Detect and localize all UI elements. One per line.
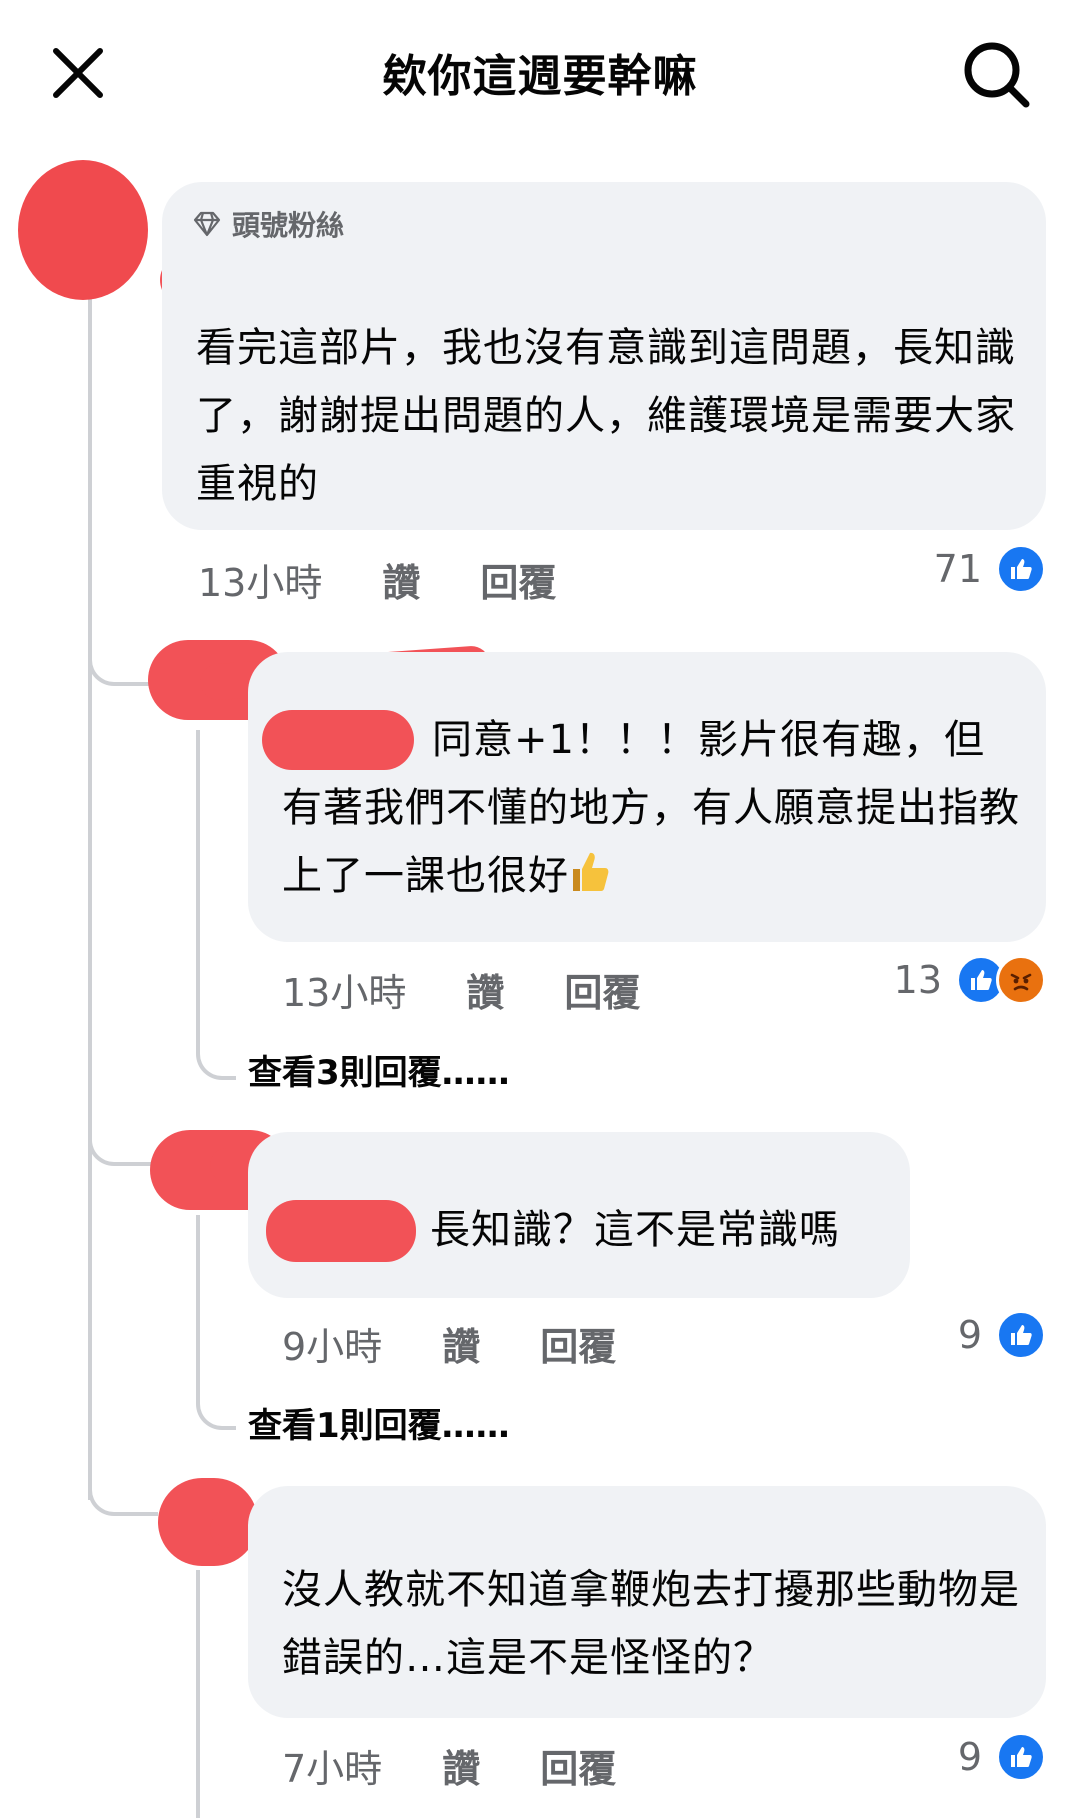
redacted-mention — [266, 1200, 416, 1262]
like-button[interactable]: 讚 — [442, 1738, 480, 1793]
comment-text: 同意+1！！！影片很有趣，但有著我們不懂的地方，有人願意提出指教上了一課也很好 — [282, 717, 1020, 899]
view-replies-link[interactable]: 查看3則回覆…… — [248, 1045, 510, 1094]
avatar[interactable] — [18, 160, 148, 300]
search-icon[interactable] — [960, 38, 1032, 110]
timestamp: 7小時 — [282, 1747, 383, 1791]
reaction-count: 71 — [933, 547, 982, 591]
view-replies-link[interactable]: 查看1則回覆…… — [248, 1398, 510, 1447]
comment-bubble[interactable]: 頭號粉絲 看完這部片，我也沒有意識到這問題，長知識了，謝謝提出問題的人，維護環境… — [162, 182, 1046, 530]
thread-connector — [88, 1120, 158, 1166]
thread-connector — [88, 1470, 158, 1516]
reaction-summary[interactable]: 71 — [934, 544, 1046, 594]
like-icon — [996, 1732, 1046, 1782]
thread-line-sub — [196, 730, 200, 1050]
reply-button[interactable]: 回覆 — [540, 1316, 616, 1371]
comment-meta: 13小時 讚 回覆 — [282, 962, 700, 1017]
top-bar: 欸你這週要幹嘛 — [0, 0, 1080, 150]
comment-meta: 7小時 讚 回覆 — [282, 1738, 676, 1793]
like-button[interactable]: 讚 — [466, 962, 504, 1017]
timestamp: 13小時 — [282, 971, 407, 1015]
reaction-summary[interactable]: 9 — [958, 1732, 1046, 1782]
like-button[interactable]: 讚 — [382, 552, 420, 607]
comment-text: 沒人教就不知道拿鞭炮去打擾那些動物是錯誤的…這是不是怪怪的？ — [282, 1567, 1020, 1681]
comment-meta: 9小時 讚 回覆 — [282, 1316, 676, 1371]
comment-meta: 13小時 讚 回覆 — [198, 552, 616, 607]
diamond-icon — [193, 211, 221, 237]
reaction-count: 13 — [893, 958, 942, 1002]
reply-button[interactable]: 回覆 — [480, 552, 556, 607]
reply-button[interactable]: 回覆 — [540, 1738, 616, 1793]
timestamp: 9小時 — [282, 1325, 383, 1369]
reaction-summary[interactable]: 9 — [958, 1310, 1046, 1360]
page-title: 欸你這週要幹嘛 — [382, 51, 698, 102]
thread-line-sub — [196, 1215, 200, 1395]
comment-bubble[interactable]: 長知識？這不是常識嗎 — [248, 1132, 910, 1298]
badge-label: 頭號粉絲 — [232, 209, 345, 242]
like-icon — [996, 1310, 1046, 1360]
like-icon — [996, 544, 1046, 594]
comment-text: 長知識？這不是常識嗎 — [430, 1207, 840, 1253]
reaction-count: 9 — [957, 1313, 982, 1357]
reaction-count: 9 — [957, 1735, 982, 1779]
thread-line-main — [88, 280, 92, 1500]
angry-icon — [996, 955, 1046, 1005]
timestamp: 13小時 — [198, 561, 323, 605]
reply-button[interactable]: 回覆 — [564, 962, 640, 1017]
top-fan-badge: 頭號粉絲 — [192, 204, 344, 244]
thread-connector — [196, 1380, 236, 1430]
comment-text: 看完這部片，我也沒有意識到這問題，長知識了，謝謝提出問題的人，維護環境是需要大家… — [196, 325, 1016, 507]
reaction-summary[interactable]: 13 — [894, 955, 1046, 1005]
thread-line-sub — [196, 1570, 200, 1818]
comment-bubble[interactable]: 沒人教就不知道拿鞭炮去打擾那些動物是錯誤的…這是不是怪怪的？ — [248, 1486, 1046, 1718]
like-button[interactable]: 讚 — [442, 1316, 480, 1371]
thumbs-up-emoji — [573, 852, 609, 891]
comment-bubble[interactable]: 同意+1！！！影片很有趣，但有著我們不懂的地方，有人願意提出指教上了一課也很好 — [248, 652, 1046, 942]
thread-connector — [196, 1030, 236, 1080]
